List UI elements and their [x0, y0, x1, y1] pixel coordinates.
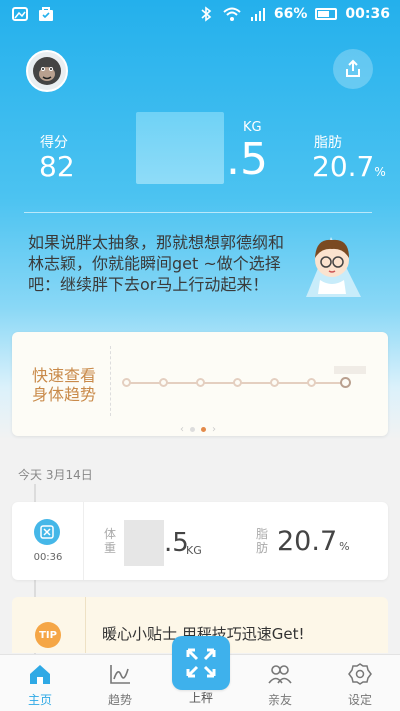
weight-unit: KG — [243, 120, 262, 135]
record-time: 00:36 — [33, 552, 63, 563]
tab-home-label: 主页 — [27, 693, 52, 707]
tab-trend[interactable]: 趋势 — [90, 663, 150, 708]
share-icon — [346, 59, 360, 77]
chevron-left-icon[interactable]: ‹ — [180, 424, 184, 435]
trend-card[interactable]: 快速查看身体趋势 ‹ › — [12, 332, 388, 436]
record-weight-unit: KG — [186, 544, 202, 557]
tab-trend-label: 趋势 — [107, 693, 132, 707]
status-time: 00:36 — [345, 6, 390, 22]
notification-bag-icon — [39, 7, 53, 21]
fat-label: 脂肪 — [314, 135, 342, 151]
bluetooth-icon — [201, 6, 212, 22]
tip-message: 如果说胖太抽象，那就想想郭德纲和林志颖，你就能瞬间get ~做个选择吧：继续胖下… — [28, 233, 285, 294]
scale-record-icon — [34, 519, 60, 545]
cartoon-character-icon — [306, 237, 361, 297]
weigh-button[interactable] — [172, 636, 230, 690]
pager-dot-active — [201, 427, 206, 432]
timeline-date: 今天 3月14日 — [18, 468, 93, 482]
trend-point — [233, 378, 242, 387]
chevron-right-icon[interactable]: › — [212, 424, 216, 435]
record-fat-value-group: 20.7% — [277, 526, 350, 557]
battery-percent: 66% — [273, 6, 308, 22]
tab-settings-label: 设定 — [347, 693, 372, 707]
trend-latest-value-blurred — [334, 366, 366, 374]
trend-point — [307, 378, 316, 387]
tip-card-separator — [85, 597, 86, 653]
header-divider — [24, 212, 372, 213]
battery-icon — [315, 8, 338, 20]
trend-icon — [110, 665, 130, 684]
avatar[interactable] — [26, 50, 68, 92]
pager-dot — [190, 427, 195, 432]
trend-point-latest — [340, 377, 351, 388]
scale-expand-icon — [186, 648, 216, 678]
trend-point — [122, 378, 131, 387]
trend-card-pager[interactable]: ‹ › — [180, 424, 216, 435]
fat-value-group: 20.7% — [312, 150, 386, 183]
gear-icon — [348, 663, 372, 685]
signal-icon — [250, 8, 265, 21]
weigh-button-label: 上秤 — [188, 691, 213, 705]
friends-icon — [268, 665, 292, 684]
fat-value: 20.7 — [312, 150, 375, 183]
gorilla-avatar-icon — [33, 57, 61, 85]
score-value: 82 — [39, 150, 75, 183]
record-fat-value: 20.7 — [277, 526, 338, 557]
tab-home[interactable]: 主页 — [10, 663, 70, 708]
tab-friends[interactable]: 亲友 — [250, 663, 310, 708]
record-weight-integer-blurred — [124, 520, 164, 566]
notification-image-icon — [12, 7, 28, 21]
trend-card-separator — [110, 346, 111, 416]
status-bar: 66% 00:36 — [0, 0, 400, 30]
weight-record-card[interactable]: 00:36 体重 .5 KG 脂肪 20.7% — [12, 502, 388, 580]
tip-badge: TIP — [35, 622, 61, 648]
trend-point — [159, 378, 168, 387]
tab-settings[interactable]: 设定 — [330, 663, 390, 708]
home-icon — [30, 665, 50, 684]
wifi-icon — [223, 7, 241, 21]
trend-point — [270, 378, 279, 387]
weight-integer-blurred — [136, 112, 224, 184]
record-time-column: 00:36 — [12, 502, 84, 580]
record-fat-label: 脂肪 — [256, 527, 269, 555]
share-button[interactable] — [333, 49, 373, 89]
tab-friends-label: 亲友 — [267, 693, 292, 707]
trend-point — [196, 378, 205, 387]
weight-decimal: .5 — [226, 134, 268, 185]
trend-card-title: 快速查看身体趋势 — [32, 366, 97, 404]
record-fat-unit: % — [339, 540, 350, 553]
record-weight-label: 体重 — [104, 527, 117, 555]
fat-unit: % — [374, 165, 386, 179]
score-label: 得分 — [40, 135, 68, 151]
